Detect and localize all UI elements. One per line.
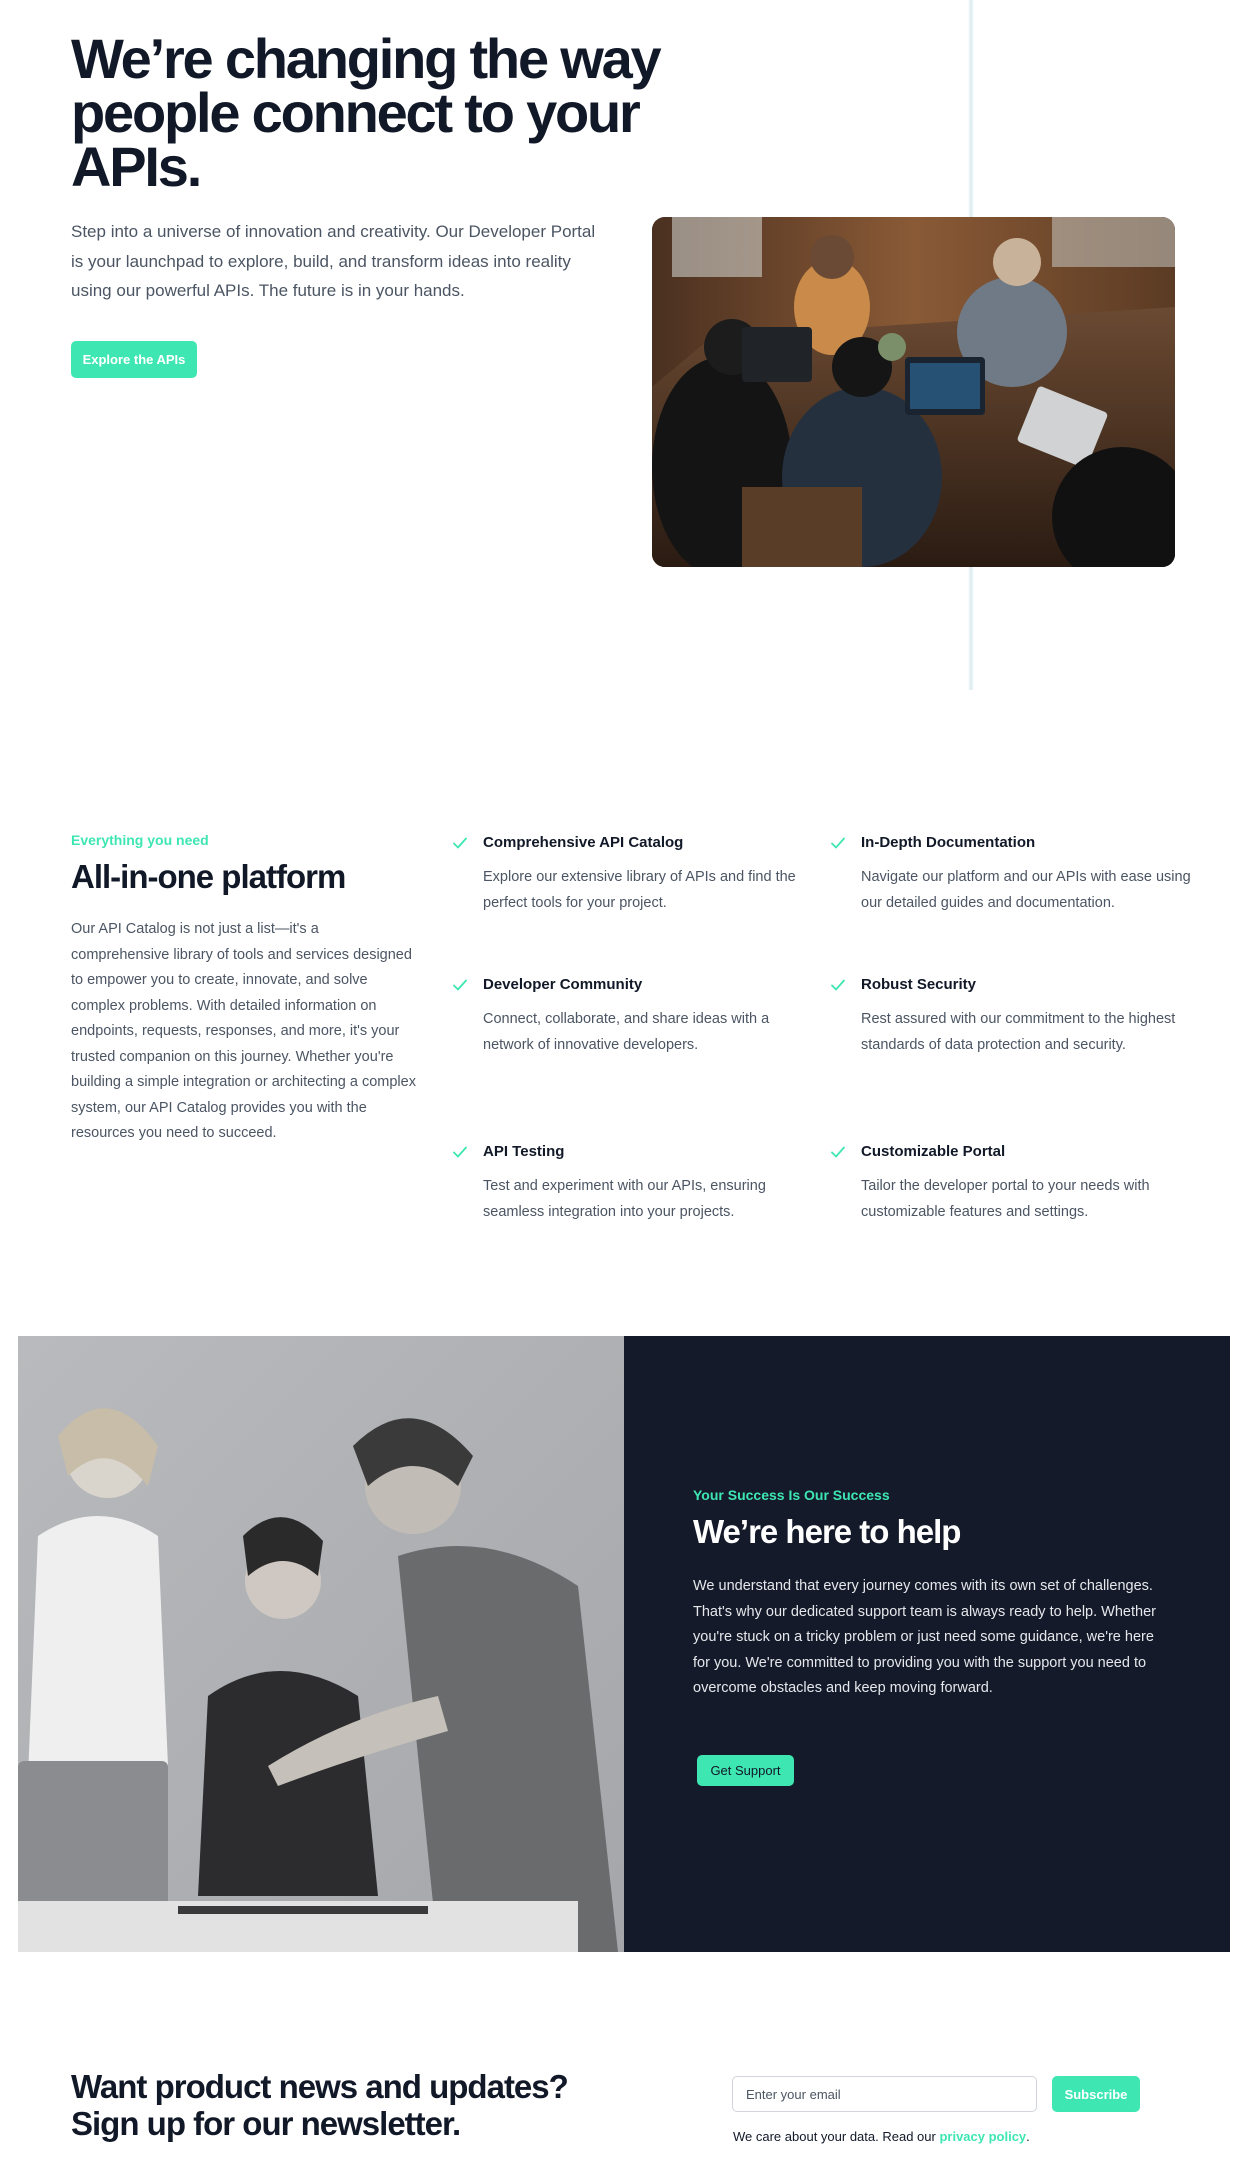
feature-text: Navigate our platform and our APIs with … <box>861 869 1191 911</box>
hero-description: Step into a universe of innovation and c… <box>71 222 596 300</box>
privacy-note: We care about your data. Read our privac… <box>733 2129 1030 2144</box>
check-icon <box>831 979 845 991</box>
feature-item: Robust Security Rest assured with our co… <box>831 976 1196 1058</box>
feature-text: Connect, collaborate, and share ideas wi… <box>483 1011 770 1053</box>
features-title: All-in-one platform <box>71 858 346 895</box>
feature-name: Developer Community <box>483 976 643 993</box>
feature-text: Tailor the developer portal to your need… <box>861 1178 1150 1220</box>
hero-team-photo <box>652 217 1175 567</box>
privacy-note-prefix: We care about your data. Read our <box>733 2129 940 2144</box>
feature-text: Rest assured with our commitment to the … <box>861 1011 1176 1053</box>
check-icon <box>831 1146 845 1158</box>
check-icon <box>453 1146 467 1158</box>
feature-name: Robust Security <box>861 976 977 993</box>
team-working-illustration <box>652 217 1175 567</box>
privacy-note-suffix: . <box>1026 2129 1030 2144</box>
feature-text: Test and experiment with our APIs, ensur… <box>483 1178 766 1220</box>
support-title: We’re here to help <box>693 1513 961 1550</box>
hero-section: We’re changing the way people connect to… <box>0 0 1240 700</box>
feature-text: Explore our extensive library of APIs an… <box>483 869 796 911</box>
feature-name: Customizable Portal <box>861 1143 1006 1160</box>
feature-name: Comprehensive API Catalog <box>483 834 684 851</box>
explore-apis-button[interactable]: Explore the APIs <box>71 341 197 378</box>
hero-title: We’re changing the way people connect to… <box>71 27 662 198</box>
feature-name: In-Depth Documentation <box>861 834 1036 851</box>
email-field[interactable] <box>732 2076 1037 2112</box>
privacy-policy-link[interactable]: privacy policy <box>939 2129 1026 2144</box>
newsletter-title: Want product news and updates? Sign up f… <box>71 2068 569 2142</box>
support-eyebrow: Your Success Is Our Success <box>693 1487 890 1503</box>
feature-item: Developer Community Connect, collaborate… <box>453 976 818 1058</box>
support-description: We understand that every journey comes w… <box>693 1578 1156 1696</box>
team-collaboration-illustration <box>18 1336 624 1952</box>
get-support-button[interactable]: Get Support <box>697 1755 794 1786</box>
feature-item: Comprehensive API Catalog Explore our ex… <box>453 834 818 916</box>
check-icon <box>453 837 467 849</box>
feature-item: Customizable Portal Tailor the developer… <box>831 1143 1196 1225</box>
feature-item: In-Depth Documentation Navigate our plat… <box>831 834 1196 916</box>
subscribe-button[interactable]: Subscribe <box>1052 2076 1140 2112</box>
features-description: Our API Catalog is not just a list—it's … <box>71 921 416 1141</box>
check-icon <box>453 979 467 991</box>
feature-name: API Testing <box>483 1143 565 1160</box>
support-team-photo <box>18 1336 624 1952</box>
feature-item: API Testing Test and experiment with our… <box>453 1143 818 1225</box>
features-eyebrow: Everything you need <box>71 832 209 848</box>
check-icon <box>831 837 845 849</box>
